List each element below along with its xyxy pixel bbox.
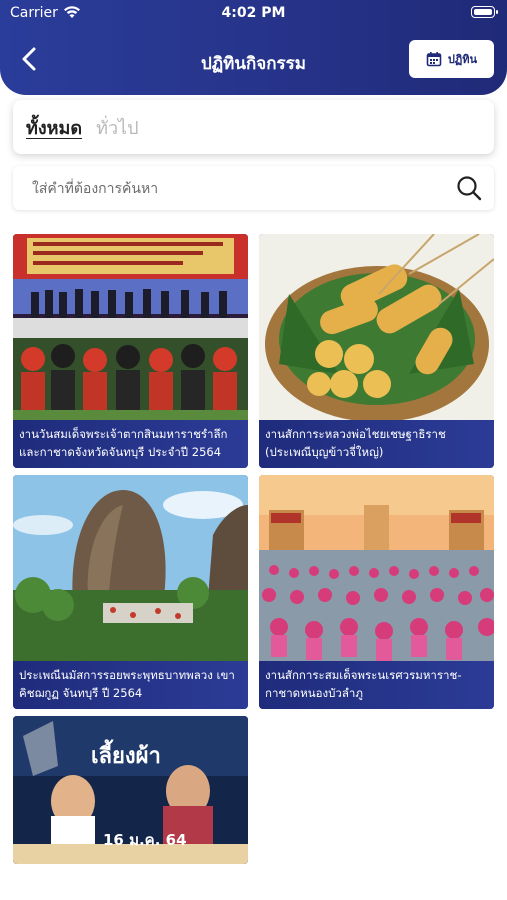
event-title-line1: งานสักการะหลวงพ่อไชยเชษฐาธิราช: [265, 427, 446, 441]
search-input[interactable]: ใส่คำที่ต้องการค้นหา: [32, 178, 158, 200]
status-bar: Carrier 4:02 PM: [0, 0, 507, 28]
event-title-line2: และกาชาดจังหวัดจันทบุรี ประจำปี 2564: [19, 445, 222, 459]
app-header: Carrier 4:02 PM ปฏิทินกิจกรรม ปฏิทิน: [0, 0, 507, 95]
battery-icon: [471, 6, 498, 18]
event-title-line1: ประเพณีนมัสการรอยพระพุทธบาทพลวง เขา: [19, 668, 235, 682]
event-caption: งานสักการะหลวงพ่อไชยเชษฐาธิราช (ประเพณีบ…: [259, 420, 494, 468]
poster-date: 16 ม.ค. 64: [103, 831, 187, 849]
event-caption: งานวันสมเด็จพระเจ้าตากสินมหาราชรำลึก และ…: [13, 420, 248, 468]
event-title-line1: งานวันสมเด็จพระเจ้าตากสินมหาราชรำลึก: [19, 427, 228, 441]
clock: 4:02 PM: [221, 5, 286, 21]
event-image-dancers: [259, 475, 494, 661]
calendar-button-label: ปฏิทิน: [447, 53, 478, 66]
event-title-line1: งานสักการะสมเด็จพระนเรศวรมหาราช-: [265, 668, 462, 682]
event-image-sticky-rice: [259, 234, 494, 420]
event-card[interactable]: งานวันสมเด็จพระเจ้าตากสินมหาราชรำลึก และ…: [13, 234, 248, 468]
event-caption: ประเพณีนมัสการรอยพระพุทธบาทพลวง เขา คิชฌ…: [13, 661, 248, 709]
event-title-line2: คิชฌกูฏ จันทบุรี ปี 2564: [19, 686, 143, 700]
category-tabs: ทั้งหมด ทั่วไป: [13, 100, 494, 154]
event-title-line2: กาชาดหนองบัวลำภู: [265, 686, 363, 700]
search-icon[interactable]: [455, 174, 483, 202]
event-card[interactable]: ประเพณีนมัสการรอยพระพุทธบาทพลวง เขา คิชฌ…: [13, 475, 248, 709]
event-caption: งานสักการะสมเด็จพระนเรศวรมหาราช- กาชาดหน…: [259, 661, 494, 709]
tab-general[interactable]: ทั่วไป: [96, 113, 138, 142]
tab-all[interactable]: ทั้งหมด: [26, 113, 82, 142]
calendar-button[interactable]: ปฏิทิน: [409, 40, 494, 78]
event-image-festival: [13, 234, 248, 420]
event-card[interactable]: งานสักการะหลวงพ่อไชยเชษฐาธิราช (ประเพณีบ…: [259, 234, 494, 468]
calendar-icon: [426, 52, 442, 67]
event-card[interactable]: เลี้ยงผ้า 16 ม.ค. 64: [13, 716, 248, 864]
poster-title: เลี้ยงผ้า: [91, 743, 161, 769]
search-bar[interactable]: ใส่คำที่ต้องการค้นหา: [13, 166, 494, 210]
event-card[interactable]: งานสักการะสมเด็จพระนเรศวรมหาราช- กาชาดหน…: [259, 475, 494, 709]
event-title-line2: (ประเพณีบุญข้าวจี่ใหญ่): [265, 445, 384, 459]
event-image-rock-shrine: [13, 475, 248, 661]
